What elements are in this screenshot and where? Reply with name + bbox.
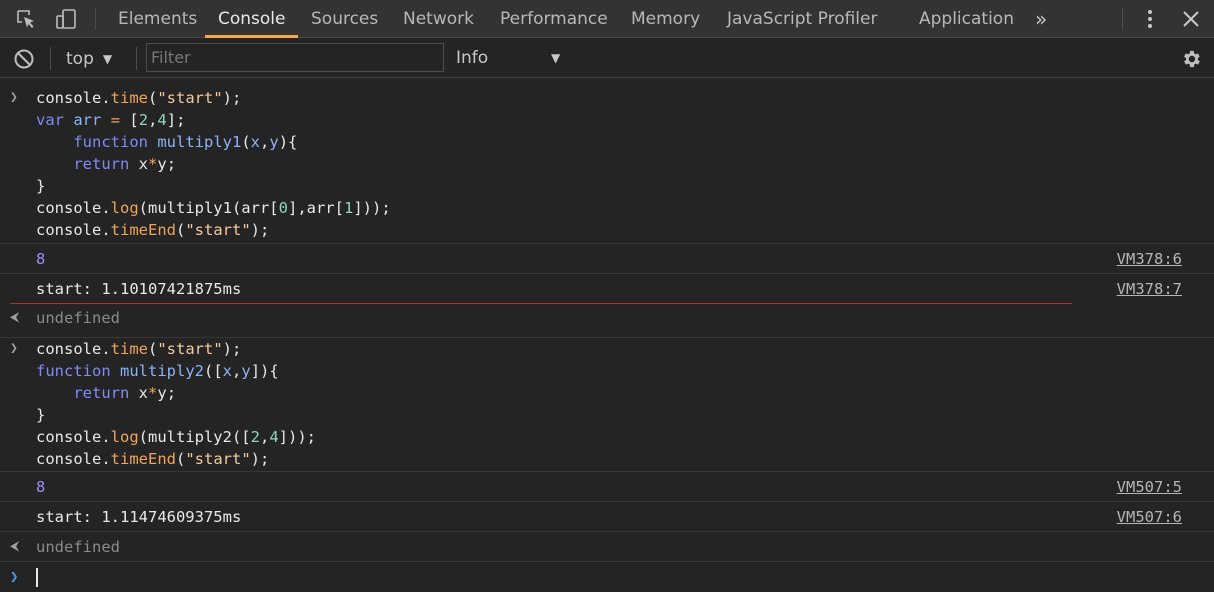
- source-link[interactable]: VM378:7: [1117, 274, 1182, 304]
- code-line: function multiply2([x,y]){: [36, 362, 279, 380]
- log-level-selector[interactable]: Info: [456, 39, 488, 78]
- close-icon[interactable]: [1178, 0, 1204, 38]
- code-line: }: [36, 406, 46, 424]
- tab-network[interactable]: Network: [403, 0, 474, 38]
- toolbar-divider: [136, 47, 137, 70]
- console-log-message: 8 VM378:6: [0, 243, 1214, 273]
- code-line: console.time("start");: [36, 89, 242, 107]
- tab-sources[interactable]: Sources: [311, 0, 378, 38]
- code-line: return x*y;: [73, 155, 177, 173]
- console-log-message: 8 VM507:5: [0, 471, 1214, 501]
- code-line: console.log(multiply1(arr[0],arr[1]));: [36, 199, 391, 217]
- tab-elements[interactable]: Elements: [118, 0, 197, 38]
- tab-javascript-profiler[interactable]: JavaScript Profiler: [727, 0, 877, 38]
- tab-console[interactable]: Console: [218, 0, 286, 38]
- console-log-message: start: 1.10107421875ms VM378:7: [0, 273, 1214, 303]
- result-value: undefined: [36, 309, 120, 327]
- console-prompt[interactable]: ❯: [0, 561, 1214, 592]
- log-output-value: 8: [36, 250, 46, 268]
- code-line: console.timeEnd("start");: [36, 450, 270, 468]
- tab-performance[interactable]: Performance: [500, 0, 608, 38]
- log-output-text: start: 1.10107421875ms: [36, 280, 242, 298]
- device-toolbar-icon[interactable]: [52, 0, 80, 38]
- console-messages: ❯ console.time("start"); var arr = [2,4]…: [0, 79, 1214, 592]
- console-input-entry: ❯ console.time("start"); var arr = [2,4]…: [0, 87, 1214, 241]
- dropdown-arrow-icon[interactable]: ▼: [551, 39, 560, 78]
- code-line: console.timeEnd("start");: [36, 221, 270, 239]
- source-link[interactable]: VM507:6: [1117, 502, 1182, 532]
- tab-bar-divider: [95, 8, 96, 30]
- log-output-value: 8: [36, 478, 46, 496]
- code-line: }: [36, 177, 46, 195]
- kebab-menu-icon[interactable]: [1138, 0, 1162, 38]
- source-link[interactable]: VM378:6: [1117, 244, 1182, 274]
- inspect-element-icon[interactable]: [12, 0, 40, 38]
- console-input-entry: ❯ console.time("start"); function multip…: [0, 337, 1214, 470]
- tab-bar-divider-right: [1122, 8, 1123, 30]
- prompt-chevron-icon: ❯: [10, 569, 19, 585]
- dropdown-arrow-icon: ▼: [102, 51, 113, 66]
- clear-console-icon[interactable]: [11, 39, 37, 78]
- source-link[interactable]: VM507:5: [1117, 472, 1182, 502]
- code-line: console.time("start");: [36, 340, 242, 358]
- prompt-input[interactable]: [36, 562, 38, 592]
- input-chevron-icon: ❯: [10, 341, 18, 356]
- result-arrow-icon: ⮜: [10, 539, 20, 554]
- tab-memory[interactable]: Memory: [631, 0, 700, 38]
- active-tab-indicator: [205, 35, 298, 38]
- code-line: var arr = [2,4];: [36, 111, 186, 129]
- log-output-text: start: 1.11474609375ms: [36, 508, 242, 526]
- devtools-tab-bar: Elements Console Sources Network Perform…: [0, 0, 1214, 38]
- console-log-message: start: 1.11474609375ms VM507:6: [0, 501, 1214, 531]
- text-caret: [36, 568, 38, 587]
- settings-gear-icon[interactable]: [1178, 39, 1204, 78]
- console-toolbar: top ▼ Info ▼: [0, 39, 1214, 78]
- console-result-message: ⮜ undefined: [0, 531, 1214, 561]
- result-value: undefined: [36, 538, 120, 556]
- devtools-window: Elements Console Sources Network Perform…: [0, 0, 1214, 592]
- tab-application[interactable]: Application: [919, 0, 1014, 38]
- more-tabs-icon[interactable]: »: [1035, 0, 1047, 38]
- result-arrow-icon: ⮜: [10, 310, 20, 325]
- code-line: return x*y;: [73, 384, 177, 402]
- console-result-message: ⮜ undefined: [0, 303, 1214, 333]
- filter-input[interactable]: [146, 43, 444, 72]
- toolbar-divider: [50, 47, 51, 70]
- context-selector[interactable]: top ▼: [66, 39, 112, 78]
- context-selector-label: top: [66, 48, 94, 69]
- code-line: console.log(multiply2([2,4]));: [36, 428, 316, 446]
- input-chevron-icon: ❯: [10, 90, 18, 105]
- code-line: function multiply1(x,y){: [73, 133, 298, 151]
